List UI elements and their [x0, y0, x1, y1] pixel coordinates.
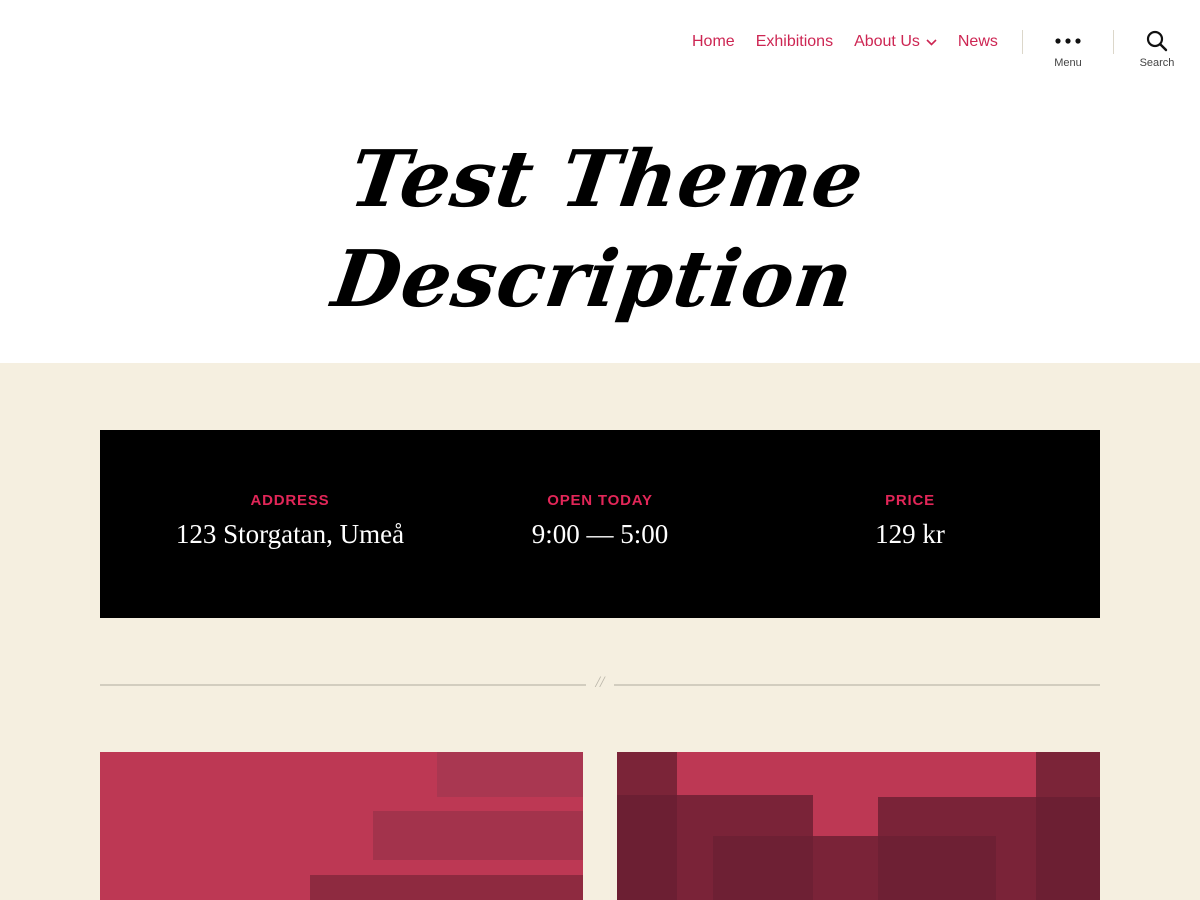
info-hours: OPEN TODAY 9:00 — 5:00	[440, 492, 760, 550]
hours-value: 9:00 — 5:00	[531, 519, 669, 549]
hours-label: OPEN TODAY	[547, 492, 653, 509]
site-title[interactable]: Test Theme Description	[286, 130, 914, 330]
thumbnail-shape	[437, 752, 583, 797]
thumbnail-shape	[310, 875, 583, 900]
price-label: PRICE	[885, 492, 935, 509]
tools-divider	[1113, 30, 1114, 54]
thumbnail-shape	[617, 795, 677, 900]
nav-about-us-label: About Us	[854, 33, 920, 50]
thumbnail-shape	[878, 836, 996, 900]
menu-button[interactable]: Menu	[1033, 28, 1103, 69]
search-label: Search	[1139, 57, 1175, 69]
separator-line-right	[614, 684, 1100, 686]
info-bar: ADDRESS 123 Storgatan, Umeå OPEN TODAY 9…	[100, 430, 1100, 618]
thumbnail-shape	[373, 811, 583, 860]
menu-label: Menu	[1054, 57, 1082, 69]
address-value: 123 Storgatan, Umeå	[175, 519, 405, 549]
primary-nav: Home Exhibitions About Us News	[692, 31, 998, 53]
address-label: ADDRESS	[250, 492, 330, 509]
chevron-down-icon	[926, 38, 937, 46]
post-thumbnail-2[interactable]	[617, 752, 1100, 900]
nav-home[interactable]: Home	[692, 33, 735, 51]
info-address: ADDRESS 123 Storgatan, Umeå	[130, 492, 450, 550]
nav-news[interactable]: News	[958, 33, 998, 51]
nav-about-us[interactable]: About Us	[854, 33, 937, 51]
thumbnail-shape	[1036, 797, 1100, 900]
search-button[interactable]: Search	[1122, 28, 1192, 69]
separator-line-left	[100, 684, 586, 686]
ellipsis-icon	[1055, 28, 1081, 54]
thumbnail-shape	[713, 836, 813, 900]
nav-divider	[1022, 30, 1023, 54]
separator-mark: //	[595, 674, 605, 691]
nav-exhibitions[interactable]: Exhibitions	[756, 33, 833, 51]
thumbnail-shape	[813, 836, 878, 900]
post-thumbnail-1[interactable]	[100, 752, 583, 900]
info-price: PRICE 129 kr	[750, 492, 1070, 550]
site-header: Home Exhibitions About Us News Menu Sear…	[0, 0, 1200, 363]
search-icon	[1146, 28, 1168, 54]
price-value: 129 kr	[875, 519, 945, 549]
